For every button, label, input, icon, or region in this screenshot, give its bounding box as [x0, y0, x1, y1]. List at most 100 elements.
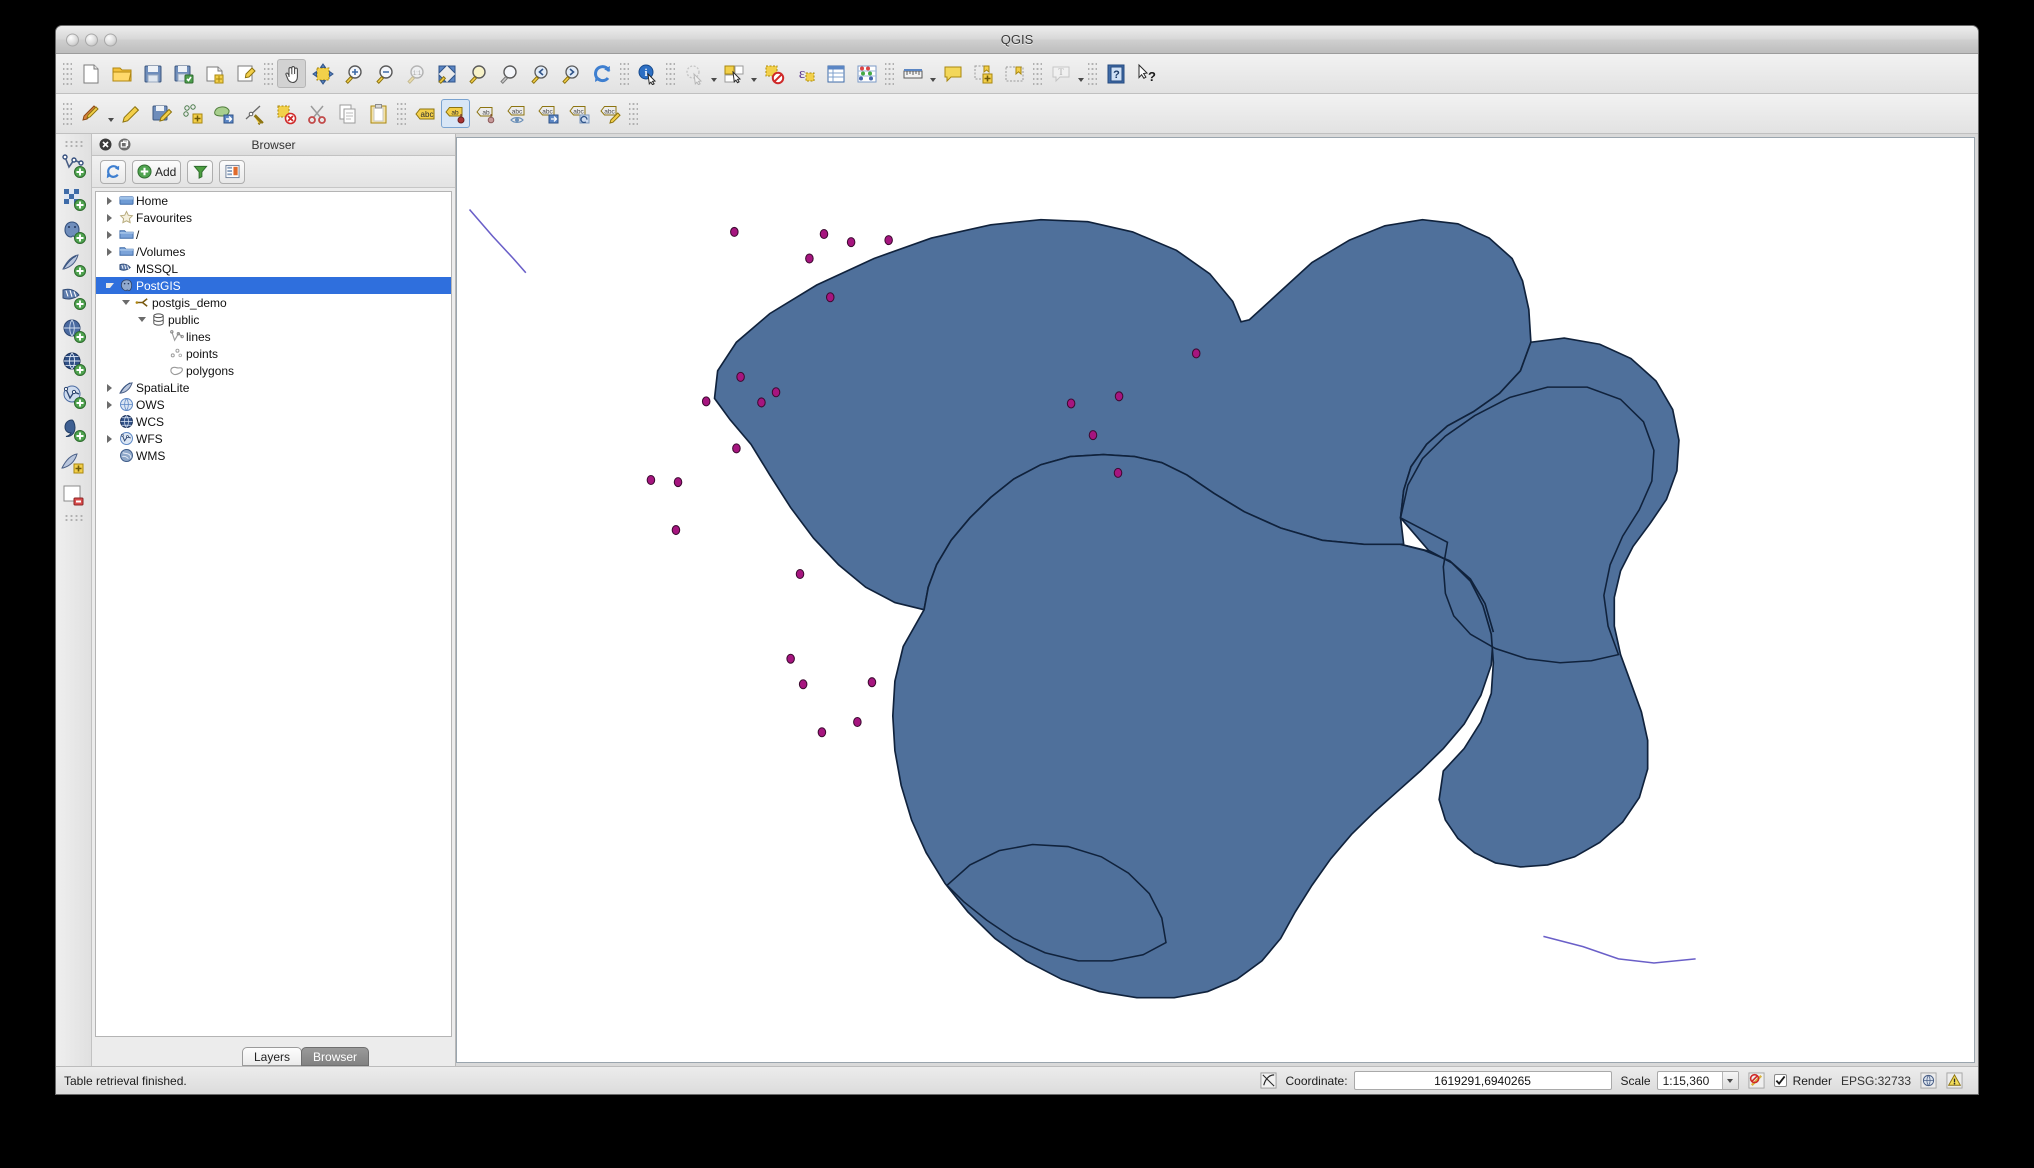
toolbar-grip[interactable] [264, 61, 273, 87]
collapse-arrow-icon[interactable] [102, 283, 117, 288]
point-feature[interactable] [672, 526, 680, 535]
point-feature[interactable] [737, 372, 745, 381]
tree-item-mssql[interactable]: MSSQL [96, 260, 451, 277]
open-attribute-table-icon[interactable] [821, 59, 850, 88]
delete-selected-icon[interactable] [271, 99, 300, 128]
pin-labels-icon[interactable]: ab [441, 99, 470, 128]
labeling-icon[interactable]: abc [410, 99, 439, 128]
select-features-icon[interactable] [679, 59, 708, 88]
save-project-icon[interactable] [138, 59, 167, 88]
tree-item-wcs[interactable]: WCS [96, 413, 451, 430]
toolbar-grip[interactable] [63, 61, 72, 87]
select-by-expression-icon[interactable]: ε [790, 59, 819, 88]
add-spatialite-layer-icon[interactable] [59, 250, 89, 280]
help-contents-icon[interactable]: ? [1101, 59, 1130, 88]
point-feature[interactable] [820, 229, 828, 238]
tree-item-points[interactable]: points [96, 345, 451, 362]
zoom-out-icon[interactable] [370, 59, 399, 88]
point-feature[interactable] [885, 236, 893, 245]
coordinate-input[interactable]: 1619291,6940265 [1354, 1071, 1612, 1090]
point-feature[interactable] [674, 478, 682, 487]
point-feature[interactable] [806, 254, 814, 263]
render-group[interactable]: Render [1774, 1074, 1832, 1088]
new-bookmark-icon[interactable] [969, 59, 998, 88]
select-features-dropdown-icon[interactable] [709, 59, 718, 88]
save-layer-edits-icon[interactable] [147, 99, 176, 128]
measure-dropdown-icon[interactable] [928, 59, 937, 88]
toolbar-grip[interactable] [64, 514, 84, 522]
collapse-arrow-icon[interactable] [118, 300, 133, 305]
tree-item-favourites[interactable]: Favourites [96, 209, 451, 226]
scale-combobox[interactable]: 1:15,360 [1657, 1071, 1739, 1090]
highlight-pinned-labels-icon[interactable]: abc [503, 99, 532, 128]
window-minimize-button[interactable] [85, 33, 98, 46]
toolbar-grip[interactable] [397, 101, 406, 127]
statistical-summary-icon[interactable] [852, 59, 881, 88]
paste-features-icon[interactable] [364, 99, 393, 128]
tree-item-public[interactable]: public [96, 311, 451, 328]
add-selected-layers-button[interactable]: Add [132, 160, 181, 184]
crs-status-icon[interactable] [1920, 1072, 1937, 1089]
select-by-area-dropdown-icon[interactable] [749, 59, 758, 88]
float-panel-icon[interactable] [117, 138, 131, 152]
tab-browser[interactable]: Browser [301, 1047, 369, 1066]
toolbar-grip[interactable] [1088, 61, 1097, 87]
move-label-icon[interactable]: abc [534, 99, 563, 128]
point-feature[interactable] [758, 398, 766, 407]
save-project-as-icon[interactable] [169, 59, 198, 88]
zoom-to-selection-icon[interactable] [463, 59, 492, 88]
current-edits-icon[interactable] [76, 99, 105, 128]
point-feature[interactable] [796, 569, 804, 578]
refresh-icon[interactable] [587, 59, 616, 88]
close-panel-icon[interactable] [98, 138, 112, 152]
add-wms-layer-icon[interactable] [59, 349, 89, 379]
expand-arrow-icon[interactable] [102, 401, 117, 409]
copy-features-icon[interactable] [333, 99, 362, 128]
toolbar-grip[interactable] [885, 61, 894, 87]
text-annotation-icon[interactable]: T [1046, 59, 1075, 88]
tree-item-volumes[interactable]: /Volumes [96, 243, 451, 260]
expand-arrow-icon[interactable] [102, 248, 117, 256]
expand-arrow-icon[interactable] [102, 214, 117, 222]
add-raster-layer-icon[interactable] [59, 184, 89, 214]
new-spatialite-layer-icon[interactable] [59, 448, 89, 478]
browser-tree[interactable]: Home Favourites / [95, 191, 452, 1037]
new-print-composer-icon[interactable] [200, 59, 229, 88]
tab-layers[interactable]: Layers [242, 1047, 302, 1066]
tree-item-spatialite[interactable]: SpatiaLite [96, 379, 451, 396]
zoom-next-icon[interactable] [556, 59, 585, 88]
open-project-icon[interactable] [107, 59, 136, 88]
tree-item-postgis[interactable]: PostGIS [96, 277, 451, 294]
collapse-arrow-icon[interactable] [134, 317, 149, 322]
extents-toggle[interactable] [1260, 1072, 1277, 1089]
zoom-in-icon[interactable] [339, 59, 368, 88]
current-edits-dropdown-icon[interactable] [106, 99, 115, 128]
tree-item-postgis-demo[interactable]: postgis_demo [96, 294, 451, 311]
render-checkbox[interactable] [1774, 1074, 1787, 1087]
point-feature[interactable] [868, 678, 876, 687]
add-wcs-layer-icon[interactable] [59, 316, 89, 346]
pan-map-icon[interactable] [277, 59, 306, 88]
point-feature[interactable] [702, 397, 710, 406]
tree-item-wms[interactable]: WMS [96, 447, 451, 464]
whats-this-icon[interactable]: ? [1132, 59, 1161, 88]
show-bookmarks-icon[interactable] [1000, 59, 1029, 88]
add-point-feature-icon[interactable] [178, 99, 207, 128]
filter-browser-button[interactable] [187, 160, 213, 184]
deselect-features-icon[interactable] [759, 59, 788, 88]
toolbar-grip[interactable] [620, 61, 629, 87]
expand-arrow-icon[interactable] [102, 231, 117, 239]
toolbar-grip[interactable] [629, 101, 638, 127]
map-tips-icon[interactable] [938, 59, 967, 88]
toggle-editing-icon[interactable] [116, 99, 145, 128]
point-feature[interactable] [733, 444, 741, 453]
crs-status-button[interactable] [1920, 1072, 1937, 1089]
pan-to-selection-icon[interactable] [308, 59, 337, 88]
node-tool-icon[interactable] [240, 99, 269, 128]
epsg-status[interactable]: EPSG:32733 [1841, 1074, 1911, 1088]
zoom-last-icon[interactable] [525, 59, 554, 88]
refresh-browser-button[interactable] [100, 160, 126, 184]
zoom-native-icon[interactable]: 1:1 [401, 59, 430, 88]
point-feature[interactable] [1114, 468, 1122, 477]
expand-arrow-icon[interactable] [102, 435, 117, 443]
